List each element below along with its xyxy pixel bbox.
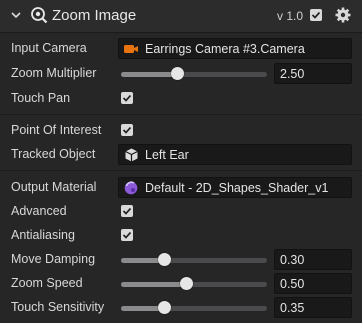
output-material-field[interactable]: Default - 2D_Shapes_Shader_v1 (118, 177, 352, 198)
point-of-interest-label: Point Of Interest (11, 123, 102, 137)
tracked-object-field[interactable]: Left Ear (118, 144, 352, 165)
zoom-speed-slider[interactable] (121, 282, 267, 287)
move-damping-row: Move Damping 0.30 (0, 248, 362, 272)
touch-sensitivity-row: Touch Sensitivity 0.35 (0, 296, 362, 320)
antialiasing-label: Antialiasing (11, 228, 75, 242)
tracked-object-value: Left Ear (145, 148, 189, 162)
gear-icon[interactable] (334, 6, 352, 24)
point-of-interest-checkbox[interactable] (121, 124, 133, 136)
checkmark-icon (122, 231, 132, 239)
antialiasing-checkbox[interactable] (121, 229, 133, 241)
zoom-speed-row: Zoom Speed 0.50 (0, 272, 362, 296)
checkmark-icon (122, 207, 132, 215)
output-material-row: Output Material Default - 2D_Shapes_Shad… (0, 176, 362, 200)
tracked-object-label: Tracked Object (11, 147, 96, 161)
touch-pan-row: Touch Pan (0, 87, 362, 111)
output-material-label: Output Material (11, 180, 97, 194)
checkmark-icon (122, 126, 132, 134)
advanced-checkbox[interactable] (121, 205, 133, 217)
output-material-value: Default - 2D_Shapes_Shader_v1 (145, 181, 329, 195)
touch-sensitivity-label: Touch Sensitivity (11, 300, 105, 314)
input-camera-field[interactable]: Earrings Camera #3.Camera (118, 38, 352, 59)
touch-sensitivity-slider-knob[interactable] (158, 301, 172, 314)
touch-sensitivity-input[interactable]: 0.35 (274, 297, 352, 318)
zoom-multiplier-slider-knob[interactable] (171, 67, 185, 80)
component-title: Zoom Image (52, 7, 137, 24)
chevron-down-icon[interactable] (10, 9, 22, 21)
component-header[interactable]: Zoom Image v 1.0 (0, 0, 362, 33)
point-of-interest-row: Point Of Interest (0, 119, 362, 143)
move-damping-slider[interactable] (121, 258, 267, 263)
input-camera-row: Input Camera Earrings Camera #3.Camera (0, 37, 362, 61)
zoom-multiplier-value: 2.50 (280, 67, 305, 81)
zoom-speed-label: Zoom Speed (11, 276, 83, 290)
move-damping-slider-knob[interactable] (158, 253, 172, 266)
touch-sensitivity-value: 0.35 (280, 301, 305, 315)
antialiasing-row: Antialiasing (0, 224, 362, 248)
zoom-magnifier-icon (31, 7, 48, 24)
move-damping-input[interactable]: 0.30 (274, 249, 352, 270)
material-icon (124, 181, 138, 195)
input-camera-label: Input Camera (11, 41, 87, 55)
advanced-row: Advanced (0, 200, 362, 224)
touch-pan-checkbox[interactable] (121, 92, 133, 104)
touch-pan-label: Touch Pan (11, 91, 71, 105)
camera-icon (124, 45, 138, 53)
zoom-multiplier-label: Zoom Multiplier (11, 66, 97, 80)
zoom-speed-input[interactable]: 0.50 (274, 273, 352, 294)
move-damping-label: Move Damping (11, 252, 96, 266)
zoom-speed-slider-knob[interactable] (180, 277, 194, 290)
zoom-speed-value: 0.50 (280, 277, 305, 291)
tracked-object-row: Tracked Object Left Ear (0, 143, 362, 167)
input-camera-value: Earrings Camera #3.Camera (145, 42, 305, 56)
slider-fill (121, 72, 178, 77)
move-damping-value: 0.30 (280, 253, 305, 267)
version-label: v 1.0 (277, 9, 304, 23)
zoom-multiplier-input[interactable]: 2.50 (274, 63, 352, 84)
touch-sensitivity-slider[interactable] (121, 306, 267, 311)
checkmark-icon (122, 94, 132, 102)
component-enabled-checkbox[interactable] (310, 9, 322, 21)
zoom-multiplier-row: Zoom Multiplier 2.50 (0, 62, 362, 86)
advanced-label: Advanced (11, 204, 67, 218)
checkmark-icon (311, 11, 321, 19)
zoom-multiplier-slider[interactable] (121, 72, 267, 77)
zoom-image-inspector: Zoom Image v 1.0 Input Camera Earrings C… (0, 0, 362, 323)
section-divider (0, 170, 362, 171)
slider-fill (121, 282, 187, 287)
cube-object-icon (125, 148, 138, 162)
section-divider (0, 114, 362, 115)
